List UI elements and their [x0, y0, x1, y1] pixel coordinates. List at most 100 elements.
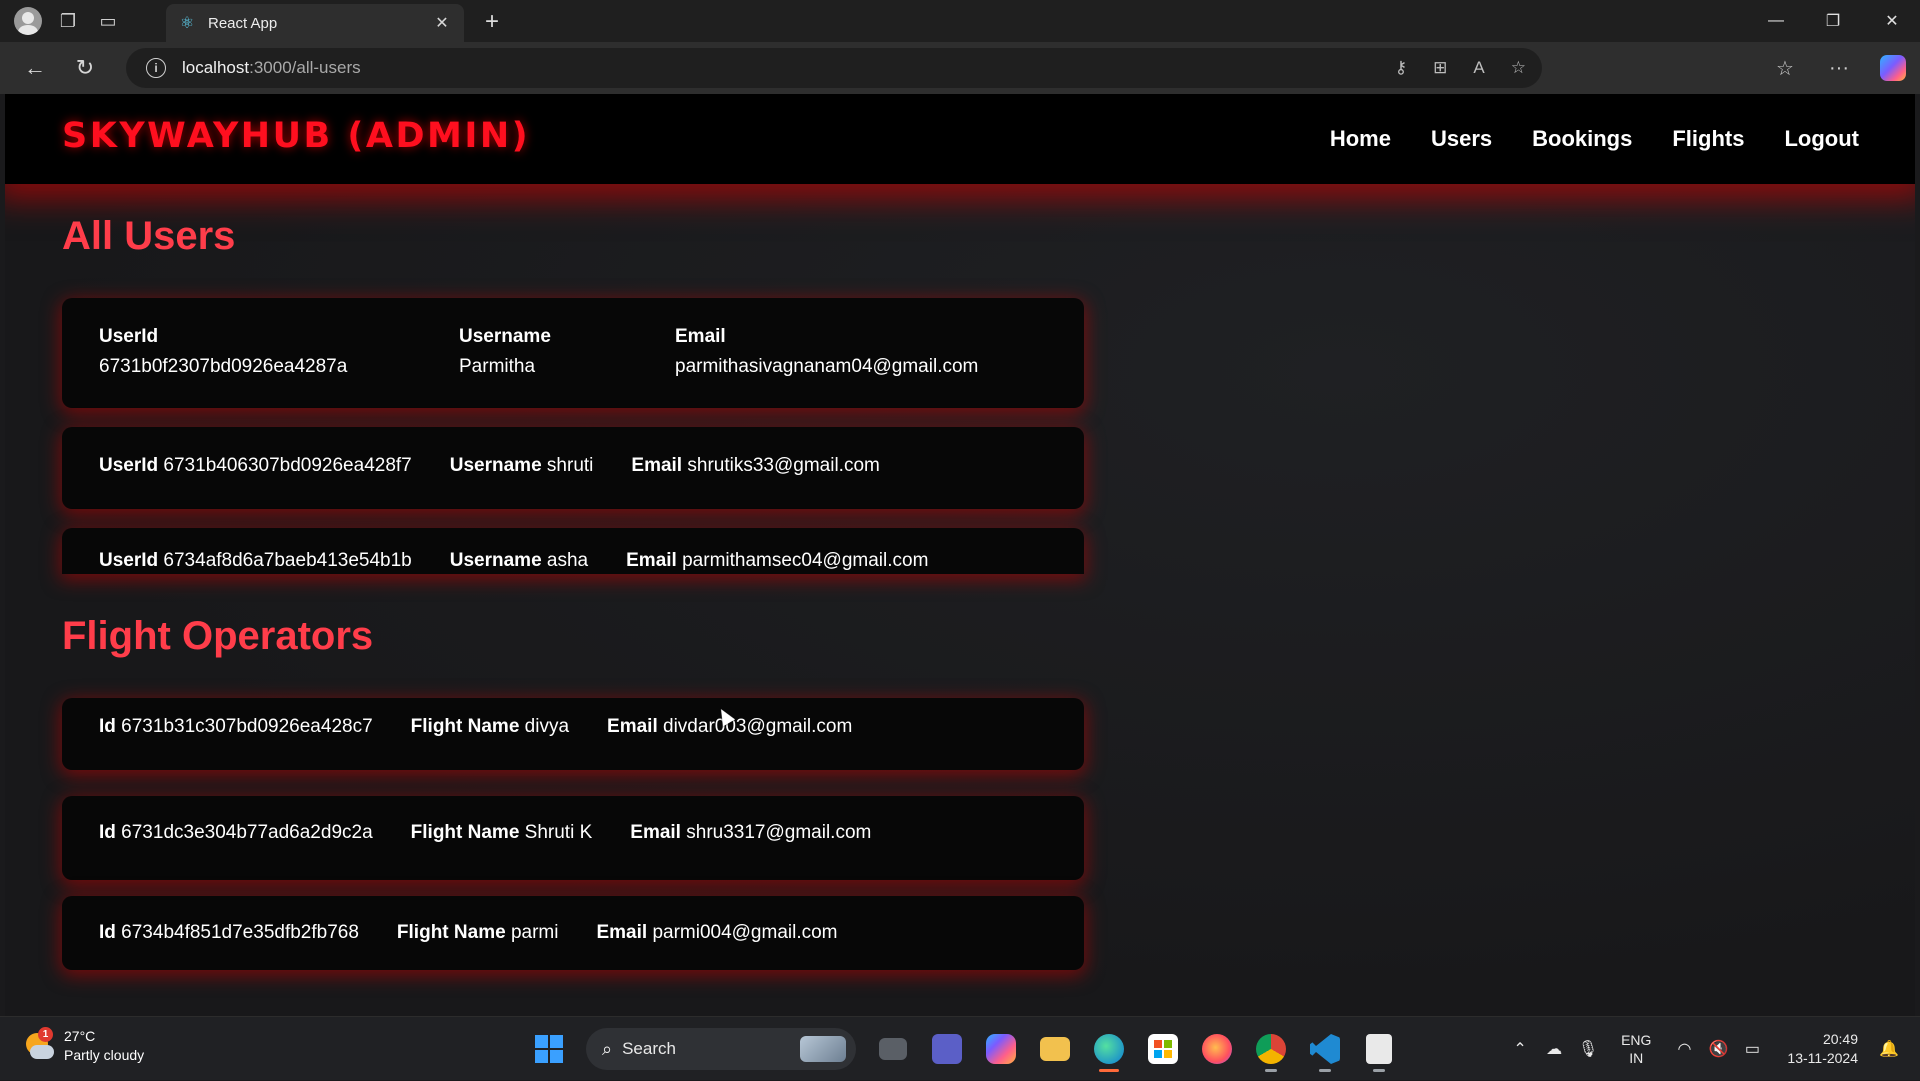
clock[interactable]: 20:49 13-11-2024: [1787, 1030, 1858, 1068]
user-id-field: UserId 6731b406307bd0926ea428f7: [99, 455, 412, 476]
tab-actions-icon[interactable]: ▭: [88, 0, 128, 42]
edge-button[interactable]: [1086, 1026, 1132, 1072]
battery-icon[interactable]: ▭: [1737, 1039, 1767, 1059]
tab-title: React App: [208, 14, 278, 32]
copilot-taskbar-button[interactable]: [978, 1026, 1024, 1072]
copilot-icon[interactable]: [1866, 55, 1920, 81]
operator-card: Id 6731b31c307bd0926ea428c7 Flight Name …: [62, 698, 1084, 770]
workspaces-icon[interactable]: ❐: [48, 0, 88, 42]
task-view-icon: [879, 1038, 907, 1060]
browser-tab-bar: ❐ ▭ ⚛ React App ✕ + — ❐ ✕: [0, 0, 1920, 42]
close-window-icon[interactable]: ✕: [1864, 0, 1920, 42]
teams-icon: [932, 1034, 962, 1064]
taskbar: 1 27°C Partly cloudy ⌕ Search ⌃ ☁ 🎙 ENG: [0, 1016, 1920, 1080]
task-view-button[interactable]: [870, 1026, 916, 1072]
flight-name-field: Flight Name Shruti K: [410, 822, 593, 843]
volume-muted-icon[interactable]: 🔇: [1703, 1039, 1733, 1059]
teams-button[interactable]: [924, 1026, 970, 1072]
user-card: UserId 6734af8d6a7baeb413e54b1b Username…: [62, 528, 1084, 574]
weather-temp: 27°C: [64, 1028, 96, 1044]
nav-logout[interactable]: Logout: [1784, 126, 1859, 152]
clock-time: 20:49: [1822, 1031, 1858, 1047]
system-tray: ⌃ ☁ 🎙 ENG IN ◠ 🔇 ▭ 20:49 13-11-2024 🔔: [1503, 1017, 1920, 1081]
wifi-icon[interactable]: ◠: [1669, 1039, 1699, 1059]
key-icon[interactable]: ⚷: [1395, 58, 1407, 78]
snipping-tool-button[interactable]: [1356, 1026, 1402, 1072]
weather-icon: 1: [22, 1027, 56, 1063]
microphone-icon[interactable]: 🎙: [1573, 1039, 1603, 1059]
email-field: Email parmi004@gmail.com: [596, 922, 838, 943]
chevron-up-icon[interactable]: ⌃: [1505, 1039, 1535, 1059]
file-explorer-button[interactable]: [1032, 1026, 1078, 1072]
onedrive-icon[interactable]: ☁: [1539, 1039, 1569, 1059]
email-label: Email: [675, 326, 726, 347]
operator-card: Id 6731dc3e304b77ad6a2d9c2a Flight Name …: [62, 796, 1084, 880]
nav-flights[interactable]: Flights: [1672, 126, 1744, 152]
weather-widget[interactable]: 1 27°C Partly cloudy: [22, 1027, 144, 1065]
restore-icon[interactable]: ❐: [1805, 0, 1861, 42]
read-aloud-icon[interactable]: A: [1473, 58, 1484, 78]
new-tab-icon[interactable]: +: [478, 8, 506, 36]
user-id-field: UserId 6734af8d6a7baeb413e54b1b: [99, 550, 412, 571]
user-id-label: UserId: [99, 326, 159, 347]
username-field: Username Parmitha: [459, 322, 551, 382]
start-button[interactable]: [526, 1026, 572, 1072]
copilot-taskbar-icon: [986, 1034, 1016, 1064]
nav-users[interactable]: Users: [1431, 126, 1492, 152]
all-users-title: All Users: [62, 214, 236, 258]
react-icon: ⚛: [179, 15, 195, 32]
nav-home[interactable]: Home: [1330, 126, 1391, 152]
username-field: Username shruti: [449, 455, 594, 476]
email-field: Email shrutiks33@gmail.com: [631, 455, 880, 476]
windows-icon: [535, 1035, 563, 1063]
store-icon: [1148, 1034, 1178, 1064]
apps-icon[interactable]: ⊞: [1433, 58, 1447, 78]
more-icon[interactable]: ···: [1812, 57, 1866, 80]
operator-id-field: Id 6731b31c307bd0926ea428c7: [99, 716, 373, 737]
taskbar-search[interactable]: ⌕ Search: [586, 1028, 856, 1070]
username-label: Username: [459, 326, 551, 347]
email-value: parmithasivagnanam04@gmail.com: [675, 356, 979, 377]
store-button[interactable]: [1140, 1026, 1186, 1072]
info-icon[interactable]: i: [146, 58, 166, 78]
folder-icon: [1040, 1037, 1070, 1061]
email-field: Email shru3317@gmail.com: [630, 822, 872, 843]
weather-desc: Partly cloudy: [64, 1047, 145, 1063]
back-icon[interactable]: ←: [10, 48, 60, 88]
favorite-star-icon[interactable]: ☆: [1511, 58, 1526, 78]
email-field: Email parmithasivagnanam04@gmail.com: [675, 322, 978, 382]
search-label: Search: [622, 1039, 676, 1058]
page-content: SKYWAYHUB (ADMIN) Home Users Bookings Fl…: [5, 94, 1915, 1016]
minimize-icon[interactable]: —: [1748, 0, 1804, 42]
flight-operators-title: Flight Operators: [62, 614, 374, 658]
navbar: SKYWAYHUB (ADMIN) Home Users Bookings Fl…: [5, 94, 1915, 184]
weather-badge: 1: [38, 1027, 53, 1042]
close-tab-icon[interactable]: ✕: [432, 13, 452, 33]
refresh-icon[interactable]: ↻: [60, 48, 110, 88]
username-value: Parmitha: [459, 356, 536, 377]
edge-icon: [1094, 1034, 1124, 1064]
username-field: Username asha: [449, 550, 589, 571]
operator-card: Id 6734b4f851d7e35dfb2fb768 Flight Name …: [62, 896, 1084, 970]
search-highlight-icon: [800, 1036, 846, 1062]
operator-id-field: Id 6731dc3e304b77ad6a2d9c2a: [99, 822, 373, 843]
firefox-icon: [1202, 1034, 1232, 1064]
favorites-icon[interactable]: ☆: [1758, 56, 1812, 81]
chrome-icon: [1256, 1034, 1286, 1064]
profile-icon[interactable]: [8, 0, 48, 42]
url-path: :3000/all-users: [249, 58, 361, 77]
language-indicator[interactable]: ENG IN: [1621, 1031, 1651, 1067]
brand-logo[interactable]: SKYWAYHUB (ADMIN): [62, 116, 530, 156]
firefox-button[interactable]: [1194, 1026, 1240, 1072]
vscode-button[interactable]: [1302, 1026, 1348, 1072]
flight-name-field: Flight Name parmi: [396, 922, 559, 943]
user-id-field: UserId 6731b0f2307bd0926ea4287a: [99, 322, 347, 382]
notification-bell-icon[interactable]: 🔔: [1874, 1039, 1904, 1059]
browser-tab[interactable]: ⚛ React App ✕: [166, 4, 464, 42]
url-input[interactable]: i localhost:3000/all-users ⚷ ⊞ A ☆: [126, 48, 1542, 88]
nav-bookings[interactable]: Bookings: [1532, 126, 1632, 152]
snipping-icon: [1366, 1034, 1392, 1064]
address-bar: ← ↻ i localhost:3000/all-users ⚷ ⊞ A ☆ ☆…: [0, 42, 1920, 94]
chrome-button[interactable]: [1248, 1026, 1294, 1072]
user-id-value: 6731b0f2307bd0926ea4287a: [99, 356, 348, 377]
